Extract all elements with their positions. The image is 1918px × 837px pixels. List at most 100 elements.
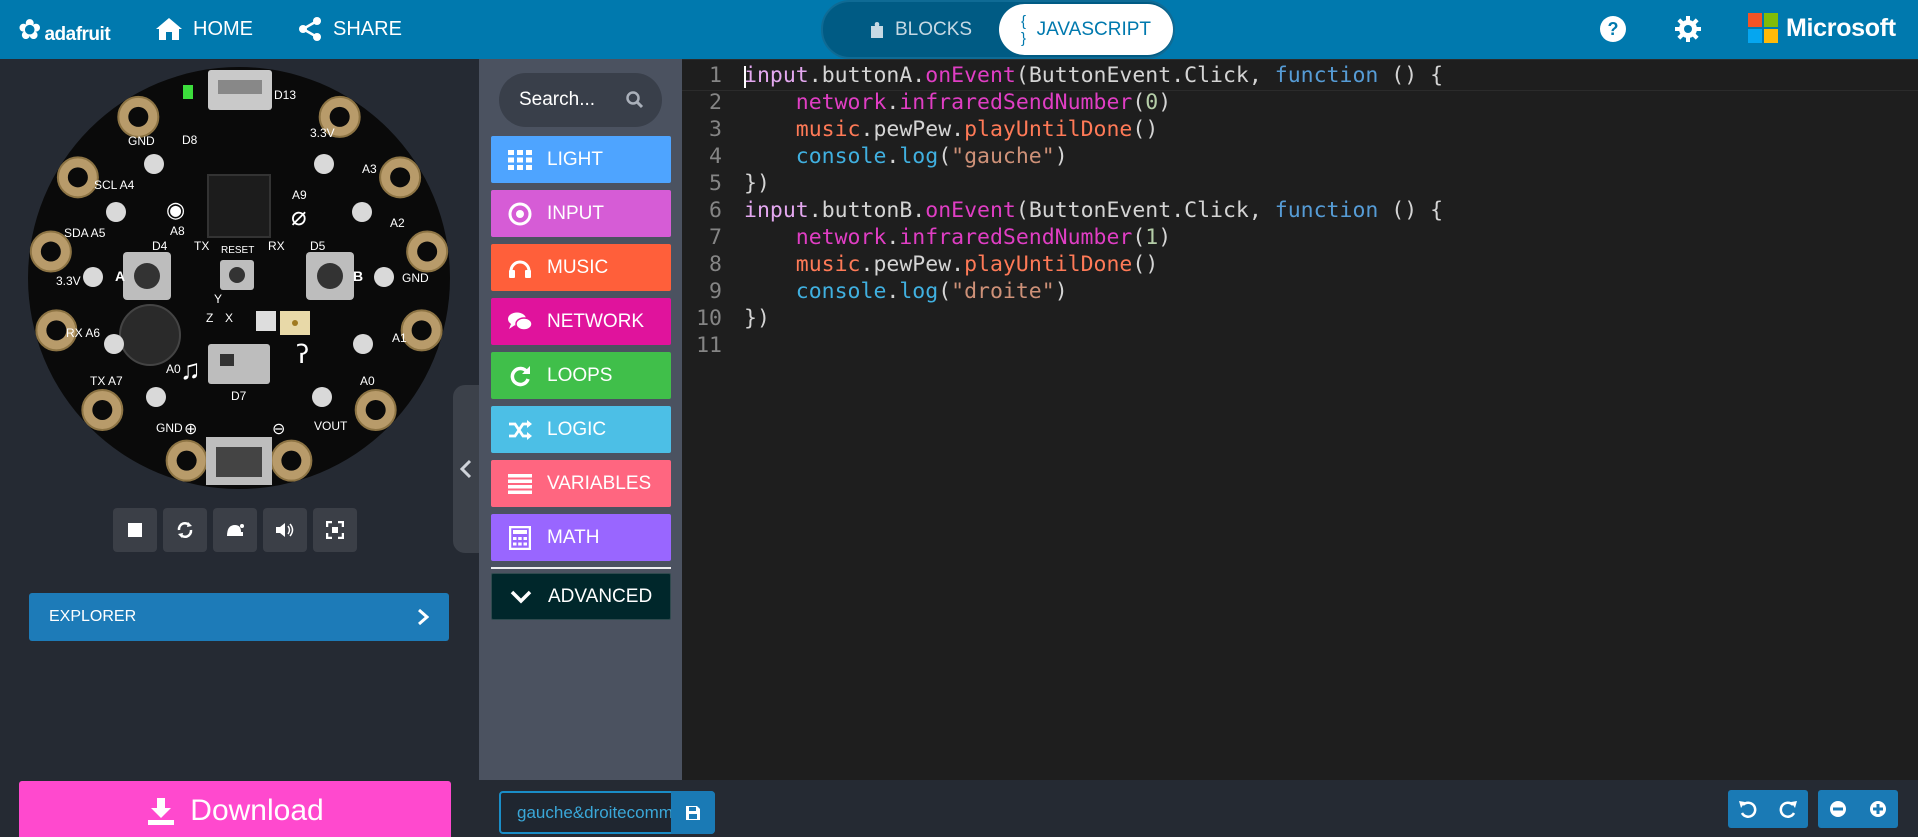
- fullscreen-button[interactable]: [313, 508, 357, 552]
- toolbox: Search... LIGHT INPUT MUSIC NETWORK LOOPS LOG…: [479, 59, 682, 780]
- blocks-tab[interactable]: BLOCKS: [847, 4, 994, 55]
- search-placeholder: Search...: [519, 89, 596, 110]
- share-label: SHARE: [333, 17, 402, 40]
- undo-button[interactable]: [1728, 790, 1768, 828]
- thermometer-icon: ⌀: [291, 202, 307, 232]
- label-rx: RX: [268, 239, 285, 253]
- settings-button[interactable]: [1671, 12, 1705, 46]
- label-reset: RESET: [221, 245, 254, 256]
- label-d5: D5: [310, 239, 326, 253]
- pin-hole: [411, 320, 432, 341]
- category-variables[interactable]: VARIABLES: [491, 460, 671, 507]
- ear-icon: ʔ: [296, 340, 309, 370]
- category-loops[interactable]: LOOPS: [491, 352, 671, 399]
- zoom-in-button[interactable]: [1858, 790, 1898, 828]
- category-network[interactable]: NETWORK: [491, 298, 671, 345]
- list-icon: [507, 471, 533, 497]
- pin-hole: [67, 167, 88, 188]
- label-plus: ⊕: [184, 421, 197, 438]
- label-a9: A9: [292, 188, 307, 202]
- search-icon: [626, 91, 644, 109]
- javascript-label: JAVASCRIPT: [1036, 18, 1151, 40]
- help-icon: ?: [1600, 16, 1626, 42]
- label-tx: TX: [194, 239, 209, 253]
- save-button[interactable]: [671, 791, 715, 834]
- microsoft-logo[interactable]: Microsoft: [1748, 13, 1896, 43]
- category-label: INPUT: [547, 202, 604, 224]
- restart-button[interactable]: [163, 508, 207, 552]
- help-button[interactable]: ?: [1596, 12, 1630, 46]
- pin-hole: [128, 106, 149, 127]
- home-button[interactable]: HOME: [155, 13, 253, 45]
- category-logic[interactable]: LOGIC: [491, 406, 671, 453]
- explorer-label: EXPLORER: [49, 608, 137, 625]
- label-scl-a4: SCL A4: [94, 178, 135, 192]
- pin-hole: [92, 399, 113, 420]
- circuit-playground-board[interactable]: D13 D8 D4 D5 A8 A9 TX RX RESET A0 D7 GND…: [28, 67, 450, 489]
- redo-button[interactable]: [1768, 790, 1808, 828]
- category-label: LOOPS: [547, 364, 613, 386]
- line-number: 9: [709, 278, 722, 304]
- mute-button[interactable]: [263, 508, 307, 552]
- undo-icon: [1739, 801, 1757, 818]
- download-icon: [148, 798, 175, 825]
- download-button[interactable]: Download: [19, 781, 451, 837]
- adafruit-flower-icon: ✿: [18, 14, 42, 45]
- category-music[interactable]: MUSIC: [491, 244, 671, 291]
- category-label: MUSIC: [547, 256, 609, 278]
- label-a8: A8: [170, 224, 185, 238]
- zoom-in-icon: [1870, 801, 1886, 817]
- label-a0-right: A0: [360, 374, 375, 388]
- category-label: MATH: [547, 526, 600, 548]
- line-number: 7: [709, 224, 722, 250]
- category-advanced[interactable]: ADVANCED: [491, 573, 671, 620]
- save-icon: [686, 805, 700, 820]
- refresh-icon: [507, 363, 533, 389]
- slide-switch[interactable]: [208, 344, 270, 384]
- shuffle-icon: [507, 417, 533, 443]
- category-math[interactable]: MATH: [491, 514, 671, 561]
- pin-hole: [329, 106, 350, 127]
- toolbox-search[interactable]: Search...: [499, 73, 662, 127]
- label-a3: A3: [362, 162, 377, 176]
- undo-redo-group: [1728, 790, 1808, 828]
- explorer-button[interactable]: EXPLORER: [29, 593, 449, 641]
- simulator-controls: [113, 508, 357, 552]
- redo-icon: [1779, 801, 1797, 818]
- calculator-icon: [507, 525, 533, 551]
- adafruit-logo[interactable]: ✿ adafruit: [18, 12, 118, 48]
- label-axis-z: Z: [206, 311, 213, 325]
- home-label: HOME: [193, 17, 253, 40]
- blocks-label: BLOCKS: [895, 18, 973, 40]
- category-input[interactable]: INPUT: [491, 190, 671, 237]
- label-3v3-top: 3.3V: [310, 126, 335, 140]
- label-button-a: A: [115, 268, 125, 284]
- line-number: 2: [709, 89, 722, 115]
- fullscreen-icon: [326, 521, 344, 539]
- collapse-simulator-button[interactable]: [453, 385, 479, 553]
- code-line[interactable]: 11: [682, 329, 1918, 361]
- zoom-out-button[interactable]: [1818, 790, 1858, 828]
- label-a0: A0: [166, 362, 181, 376]
- code-editor[interactable]: 1 input.buttonA.onEvent(ButtonEvent.Clic…: [682, 59, 1918, 780]
- label-tx-a7: TX A7: [90, 374, 123, 388]
- speaker: [119, 304, 181, 366]
- slow-mo-button[interactable]: [213, 508, 257, 552]
- headphones-icon: [507, 255, 533, 281]
- pin-hole: [40, 241, 61, 262]
- advanced-label: ADVANCED: [548, 585, 653, 607]
- advanced-separator: [491, 567, 671, 569]
- project-name-input[interactable]: [501, 793, 671, 832]
- label-axis-y: Y: [214, 292, 222, 306]
- chevron-down-icon: [508, 584, 534, 610]
- label-d13: D13: [274, 88, 296, 102]
- share-button[interactable]: SHARE: [297, 13, 402, 45]
- label-a1: A1: [392, 331, 407, 345]
- stop-button[interactable]: [113, 508, 157, 552]
- category-label: LIGHT: [547, 148, 603, 170]
- microcontroller-chip: [207, 174, 271, 238]
- editor-toggle: BLOCKS { } JAVASCRIPT: [821, 0, 1175, 59]
- label-minus: ⊖: [272, 421, 285, 438]
- javascript-tab[interactable]: { } JAVASCRIPT: [999, 4, 1173, 55]
- category-light[interactable]: LIGHT: [491, 136, 671, 183]
